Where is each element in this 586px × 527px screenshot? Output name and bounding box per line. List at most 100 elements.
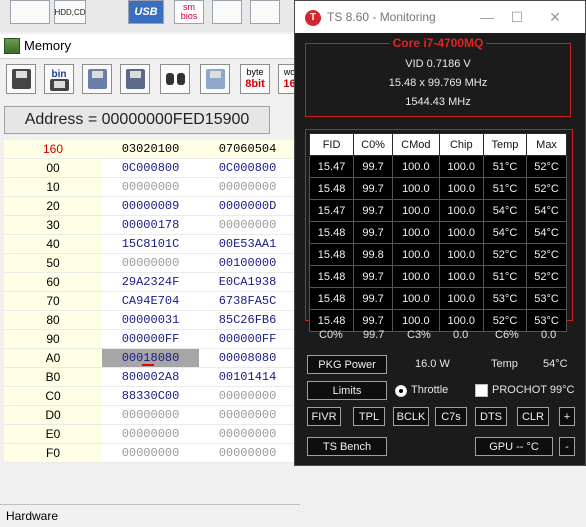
c6-summary-label: C6% [495,329,519,341]
memory-cell[interactable]: 000000FF [102,329,199,349]
toolbar-grid-button-2[interactable] [250,0,280,24]
throttle-radio[interactable] [395,385,407,397]
gpu-temp-button[interactable]: GPU -- °C [475,437,553,456]
memory-cell[interactable]: 00000000 [198,443,296,463]
maximize-icon[interactable]: ☐ [503,7,531,27]
memory-cell[interactable]: 00101414 [198,367,296,387]
memory-cell[interactable]: 00000000 [198,386,296,406]
memory-cell[interactable]: 00000000 [102,177,199,197]
bin-button[interactable]: bin [44,64,74,94]
memory-cell[interactable]: 00000000 [102,405,199,425]
smbios-button[interactable]: sm bios [174,0,204,24]
col-temp: Temp [482,133,528,156]
core-cell: 51°C [482,155,528,178]
memory-cell[interactable]: 00000000 [102,443,199,463]
memory-cell[interactable]: 0C000800 [198,158,296,178]
core-row: 15.48 99.7 100.0 100.0 54°C 54°C [308,221,567,244]
minimize-icon[interactable]: — [473,7,501,27]
core-cell: 15.48 [308,265,355,288]
limits-button[interactable]: Limits [307,381,387,400]
clr-button[interactable]: CLR [517,407,549,426]
core-row: 15.47 99.7 100.0 100.0 54°C 54°C [308,199,567,222]
memory-cell[interactable]: 000000FF [198,329,296,349]
throttlestop-logo-icon: T [305,10,321,26]
memory-cell[interactable]: 00E53AA1 [198,234,296,254]
memory-cell[interactable]: 00000000 [198,424,296,444]
memory-app-icon [4,38,20,54]
memory-cell[interactable]: 00000031 [102,310,199,330]
hdd-button[interactable] [10,0,50,24]
minus-button[interactable]: - [559,437,575,456]
window-grid-button[interactable] [200,64,230,94]
save-grid-button[interactable] [120,64,150,94]
memory-titlebar[interactable]: Memory [0,34,300,59]
close-icon[interactable]: ✕ [541,7,569,27]
find-button[interactable] [160,64,190,94]
dts-button[interactable]: DTS [475,407,507,426]
core-cell: 52°C [526,243,567,266]
core-cell: 100.0 [391,243,440,266]
core-table-box: FID C0% CMod Chip Temp Max 15.47 99.7 100.… [305,129,573,332]
tpl-button[interactable]: TPL [353,407,385,426]
memory-cell[interactable]: E0CA1938 [198,272,296,292]
memory-cell[interactable]: 800002A8 [102,367,199,387]
usb-button[interactable]: USB [128,0,164,24]
memory-cell[interactable]: 0000000D [198,196,296,216]
hdd-cd-button[interactable]: HDD,CD [54,0,86,24]
col-max: Max [526,133,567,156]
memory-cell[interactable]: 00000178 [102,215,199,235]
memory-cell[interactable]: 00100000 [198,253,296,273]
ts-titlebar[interactable]: T TS 8.60 - Monitoring — ☐ ✕ [295,1,585,33]
open-grid-button[interactable] [82,64,112,94]
ts-window-title: TS 8.60 - Monitoring [327,10,436,24]
fivr-button[interactable]: FIVR [307,407,341,426]
memory-window: Memory bin byte 8bit wo 16 Address = 000… [0,34,300,526]
plus-button[interactable]: + [559,407,575,426]
multiplier-readout: 15.48 x 99.769 MHz [388,77,488,89]
memory-cell[interactable]: 00008080 [198,348,296,368]
c0-summary-value: 99.7 [363,329,385,341]
byte-8bit-button[interactable]: byte 8bit [240,64,270,94]
memory-cell[interactable]: 00018080 [102,348,199,368]
ts-bench-button[interactable]: TS Bench [307,437,387,456]
prochot-checkbox[interactable] [475,384,488,397]
core-cell: 100.0 [438,199,484,222]
memory-cell[interactable]: 00000000 [198,177,296,197]
memory-cell[interactable]: 29A2324F [102,272,199,292]
memory-cell[interactable]: 0C000800 [102,158,199,178]
address-display[interactable]: Address = 00000000FED15900 [4,106,270,134]
core-table: FID C0% CMod Chip Temp Max 15.47 99.7 100.… [308,133,567,332]
memory-row-offset: 60 [4,272,102,292]
memory-cell[interactable]: 88330C00 [102,386,199,406]
window-grid-icon [206,69,225,89]
core-cell: 54°C [482,221,528,244]
floppy-icon [50,79,69,91]
frequency-readout: 1544.43 MHz [405,96,471,108]
memory-row: 60 29A2324F E0CA1938 [4,272,296,292]
core-cell: 54°C [526,199,567,222]
core-row: 15.48 99.7 100.0 100.0 52°C 53°C [308,309,567,332]
pkg-power-button[interactable]: PKG Power [307,355,387,374]
memory-cell[interactable]: 00000000 [198,405,296,425]
memory-cell[interactable]: 00000000 [102,253,199,273]
toolbar-grid-button-1[interactable] [212,0,242,24]
memory-cell[interactable]: 85C26FB6 [198,310,296,330]
memory-cell[interactable]: 00000009 [102,196,199,216]
core-cell: 100.0 [391,199,440,222]
memory-cell[interactable]: 15C8101C [102,234,199,254]
memory-cell[interactable]: 00000000 [198,215,296,235]
memory-cell[interactable]: 00000000 [102,424,199,444]
memory-row-offset: D0 [4,405,102,425]
byte-label: byte [246,67,264,77]
memory-row: 10 00000000 00000000 [4,177,296,197]
core-cell: 100.0 [391,265,440,288]
core-cell: 100.0 [438,243,484,266]
bclk-button[interactable]: BCLK [393,407,429,426]
c7s-button[interactable]: C7s [435,407,467,426]
core-cell: 100.0 [391,155,440,178]
c6-summary-value: 0.0 [541,329,557,341]
memory-cell[interactable]: CA94E704 [102,291,199,311]
save-floppy-button[interactable] [6,64,36,94]
c0-summary-label: C0% [319,329,343,341]
memory-cell[interactable]: 6738FA5C [198,291,296,311]
